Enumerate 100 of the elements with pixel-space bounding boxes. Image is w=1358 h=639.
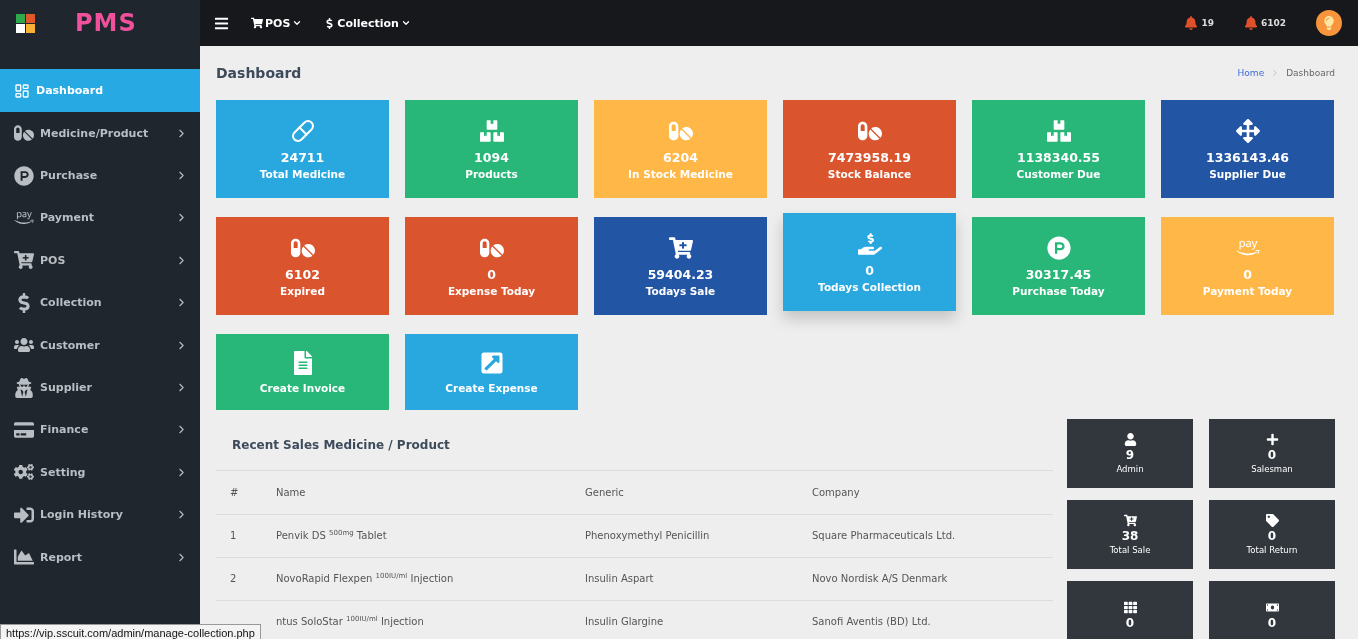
table-cell: 2 [216, 557, 262, 600]
breadcrumb-item[interactable]: Dashboard [1286, 67, 1335, 78]
card-value: 0 [1243, 266, 1252, 282]
table-cell: Phenoxymethyl Penicillin [571, 514, 798, 557]
sidebar-item[interactable]: Report [0, 535, 200, 579]
stat-label: Total Return [1246, 545, 1298, 555]
table-cell: Penvik DS $^{500mg}$ Tablet [262, 514, 571, 557]
bell-icon [1243, 16, 1258, 30]
breadcrumb-item[interactable]: Home [1237, 67, 1265, 78]
sidebar-item[interactable]: Customer [0, 323, 200, 367]
card-label: Expired [280, 284, 325, 297]
sidebar-item[interactable]: Login History [0, 493, 200, 536]
tag-icon [1265, 514, 1279, 527]
parking-icon [1046, 235, 1071, 260]
card-label: Total Medicine [259, 167, 346, 180]
caret-icon [400, 18, 411, 28]
table-cell: Sanofi Aventis (BD) Ltd. [798, 600, 1053, 639]
notification-button[interactable]: 19 [1184, 16, 1214, 30]
caret-icon [292, 18, 303, 28]
lightbulb-icon [1322, 16, 1336, 30]
column-header: Company [798, 471, 1053, 514]
stat-label: Total Sale [1109, 545, 1151, 555]
stat-label: Salesman [1251, 464, 1293, 474]
grid-icon [1123, 601, 1137, 614]
gears-icon [14, 462, 34, 483]
column-header: Generic [571, 471, 798, 514]
cart-icon [251, 17, 263, 29]
section-title: Recent Sales Medicine / Product [216, 426, 1053, 471]
card-value: 30317.45 [1025, 266, 1092, 282]
sidebar-item[interactable]: Purchase [0, 154, 200, 197]
sidebar-item[interactable]: Payment [0, 196, 200, 240]
card-value: 0 [865, 262, 874, 278]
card-value: 7473958.19 [828, 149, 911, 165]
top-menu[interactable]: POS [251, 16, 303, 30]
card-value: 59404.23 [647, 266, 714, 282]
sidebar-item[interactable]: Finance [0, 408, 200, 452]
table-cell: Insulin Glargine [571, 600, 798, 639]
card-label: Supplier Due [1209, 167, 1286, 180]
card-value: 1094 [474, 149, 509, 165]
banknote-icon [1265, 601, 1279, 614]
sidebar-item[interactable]: Collection [0, 281, 200, 324]
notification-button[interactable]: 6102 [1243, 16, 1286, 30]
card-label: Customer Due [1016, 167, 1101, 180]
cart-icon [668, 235, 693, 260]
stat-value: 0 [1267, 529, 1277, 543]
pills-icon [14, 123, 34, 144]
user-icon [1123, 433, 1137, 446]
cart-icon [14, 250, 34, 271]
stat-card[interactable]: 59404.23 Todays Sale [594, 217, 767, 315]
parking-icon [14, 165, 34, 186]
stat-card[interactable]: 0 Expense Today [405, 217, 578, 315]
table-cell: Novo Nordisk A/S Denmark [798, 557, 1053, 600]
external-link-icon [479, 350, 504, 375]
boxes-icon [479, 118, 504, 143]
pill-icon [290, 118, 315, 143]
sidebar-item[interactable]: Setting [0, 451, 200, 494]
app-grid-icon[interactable] [16, 13, 35, 33]
stat-value: 38 [1121, 529, 1139, 543]
bell-icon [1184, 16, 1199, 30]
spy-icon [14, 377, 34, 398]
card-label: Products [465, 167, 518, 180]
page-title: Dashboard [216, 64, 302, 81]
card-label: Stock Balance [827, 167, 912, 180]
stat-value: 0 [1267, 616, 1277, 630]
card-value: 0 [487, 266, 496, 282]
stat-card[interactable]: 7473958.19 Stock Balance [783, 100, 956, 198]
table-cell: Insulin Aspart [571, 557, 798, 600]
stat-value: 9 [1125, 448, 1135, 462]
card-label: In Stock Medicine [628, 167, 733, 180]
cart-icon [1123, 514, 1137, 527]
logo[interactable]: PMS [75, 9, 137, 37]
status-url: https://vip.sscuit.com/admin/manage-collection.php [0, 624, 261, 639]
card-label: Create Expense [445, 381, 538, 394]
card-value: 6204 [663, 149, 698, 165]
stat-card[interactable]: 6102 Expired [216, 217, 389, 315]
menu-icon[interactable] [214, 15, 229, 31]
boxes-icon [1046, 118, 1071, 143]
move-arrows-icon [1235, 118, 1260, 143]
stat-label: Admin [1116, 464, 1144, 474]
column-header: Name [262, 471, 571, 514]
card-value: 24711 [280, 149, 325, 165]
hand-coin-icon [857, 231, 882, 256]
sidebar-item[interactable]: Medicine/Product [0, 112, 200, 155]
card-label: Todays Sale [645, 284, 716, 297]
stat-value: 0 [1267, 448, 1277, 462]
card-label: Create Invoice [259, 381, 346, 394]
avatar[interactable] [1316, 10, 1342, 36]
stat-card[interactable]: 1336143.46 Supplier Due [1161, 100, 1334, 198]
table-cell: ntus SoloStar $^{100IU/ml}$ Injection [262, 600, 571, 639]
top-menu[interactable]: Collection [324, 16, 411, 30]
table-cell: 1 [216, 514, 262, 557]
area-chart-icon [14, 547, 34, 568]
card-label: Payment Today [1202, 284, 1293, 297]
card-label: Purchase Today [1012, 284, 1105, 297]
card-label: Expense Today [447, 284, 536, 297]
card-icon [14, 419, 34, 440]
table-cell: Square Pharmaceuticals Ltd. [798, 514, 1053, 557]
sidebar-item[interactable]: Supplier [0, 366, 200, 409]
table-cell: NovoRapid Flexpen $^{100IU/ml}$ Injection [262, 557, 571, 600]
sidebar-item[interactable]: POS [0, 239, 200, 282]
